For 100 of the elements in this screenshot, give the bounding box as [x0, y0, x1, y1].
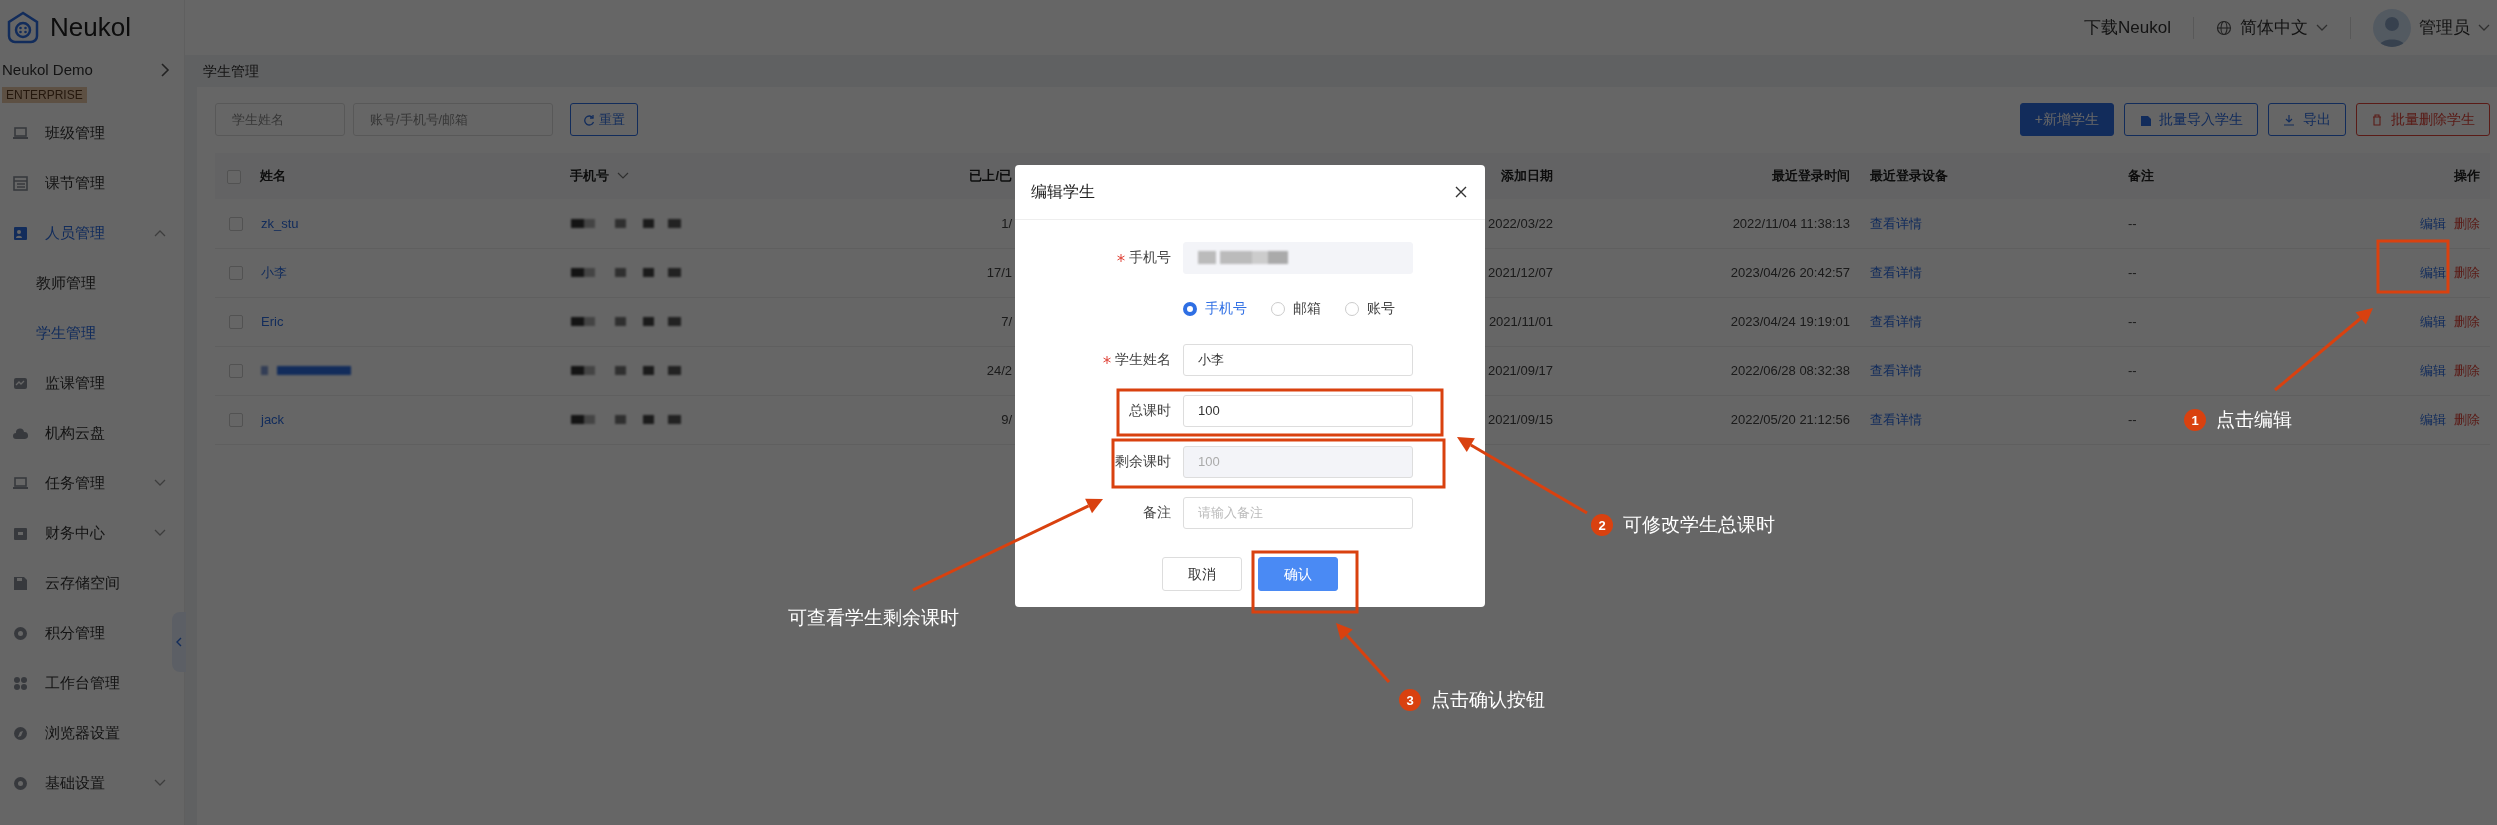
- student-name-link[interactable]: jack: [261, 411, 285, 427]
- reset-button[interactable]: 重置: [570, 103, 638, 136]
- field-label: 剩余课时: [1115, 452, 1171, 471]
- sidebar-item[interactable]: 财务中心: [0, 508, 184, 558]
- phone-field[interactable]: [1183, 241, 1413, 274]
- sidebar-item[interactable]: 监课管理: [0, 358, 184, 408]
- table-cell: 2023/04/24 19:19:01: [1730, 313, 1850, 329]
- table-cell: --: [2128, 264, 2137, 280]
- input-field[interactable]: 请输入备注: [1183, 496, 1413, 529]
- field-label: 备注: [1143, 503, 1171, 522]
- cancel-button[interactable]: 取消: [1162, 557, 1242, 591]
- sidebar-item[interactable]: 浏览器设置: [0, 708, 184, 758]
- edit-link[interactable]: 编辑: [2420, 313, 2446, 329]
- sidebar-item[interactable]: 课节管理: [0, 158, 184, 208]
- close-icon[interactable]: [1455, 186, 1467, 198]
- column-header: 备注: [2128, 168, 2154, 184]
- student-name-link[interactable]: zk_stu: [261, 215, 299, 231]
- radio-option[interactable]: 邮箱: [1271, 298, 1321, 319]
- edit-link[interactable]: 编辑: [2420, 264, 2446, 280]
- laptop-icon: [12, 124, 29, 142]
- input-field[interactable]: 100: [1183, 394, 1413, 427]
- people-icon: [12, 224, 29, 242]
- action-button[interactable]: +新增学生: [2019, 103, 2114, 136]
- confirm-button[interactable]: 确认: [1258, 557, 1338, 591]
- delete-link[interactable]: 删除: [2454, 264, 2480, 280]
- table-cell: 2022/03/22: [1487, 215, 1553, 231]
- column-header: 添加日期: [1501, 168, 1553, 184]
- language-selector[interactable]: 简体中文: [2216, 14, 2328, 41]
- sidebar-item[interactable]: 班级管理: [0, 108, 184, 158]
- delete-link[interactable]: 删除: [2454, 362, 2480, 378]
- table-cell: --: [2128, 215, 2137, 231]
- input-field[interactable]: 小李: [1183, 343, 1413, 376]
- asterisk-icon: [1103, 355, 1111, 364]
- chevron-right-icon[interactable]: [160, 63, 170, 78]
- collapse-handle[interactable]: [172, 612, 186, 672]
- sidebar-item[interactable]: 任务管理: [0, 458, 184, 508]
- edit-link[interactable]: 编辑: [2420, 411, 2446, 427]
- details-link[interactable]: 查看详情: [1870, 362, 1922, 378]
- table-cell: 7/: [1001, 313, 1012, 329]
- chevron-down-icon: [154, 529, 166, 537]
- delete-link[interactable]: 删除: [2454, 313, 2480, 329]
- column-header: 最近登录设备: [1870, 168, 1948, 184]
- disabled-input-field: 100: [1183, 445, 1413, 478]
- table-cell: 2021/09/15: [1487, 411, 1553, 427]
- globe-icon: [2216, 19, 2232, 36]
- trash-icon: [2371, 113, 2383, 126]
- user-menu[interactable]: 管理员: [2373, 8, 2490, 47]
- chevron-down-icon: [2316, 23, 2328, 32]
- student-name-link[interactable]: Eric: [261, 313, 284, 329]
- edit-link[interactable]: 编辑: [2420, 215, 2446, 231]
- table-cell: 9/: [1001, 411, 1012, 427]
- action-button[interactable]: 批量导入学生: [2124, 103, 2258, 136]
- logo-icon: [6, 10, 40, 45]
- document-icon: [2139, 113, 2151, 126]
- annotation-text: 点击确认按钮: [1431, 688, 1545, 712]
- action-button[interactable]: 导出: [2268, 103, 2346, 136]
- grid-icon: [12, 674, 29, 692]
- student-name-link[interactable]: 小李: [261, 264, 287, 280]
- delete-link[interactable]: 删除: [2454, 215, 2480, 231]
- breadcrumb: 学生管理: [203, 63, 259, 79]
- radio-option[interactable]: 账号: [1345, 298, 1395, 319]
- table-cell: 2021/09/17: [1487, 362, 1553, 378]
- radio-option[interactable]: 手机号: [1183, 298, 1247, 319]
- table-cell: --: [2128, 313, 2137, 329]
- details-link[interactable]: 查看详情: [1870, 411, 1922, 427]
- annotation-text: 可修改学生总课时: [1623, 513, 1775, 537]
- annotation-text: 点击编辑: [2216, 408, 2292, 432]
- sidebar-item[interactable]: 人员管理: [0, 208, 184, 258]
- table-cell: 2022/06/28 08:32:38: [1730, 362, 1850, 378]
- compass-icon: [12, 724, 29, 742]
- details-link[interactable]: 查看详情: [1870, 313, 1922, 329]
- table-cell: 17/1: [986, 264, 1012, 280]
- download-link[interactable]: 下载Neukol: [2084, 14, 2171, 41]
- table-cell: 2022/05/20 21:12:56: [1730, 411, 1850, 427]
- table-cell: 2021/12/07: [1487, 264, 1553, 280]
- field-label: 总课时: [1129, 401, 1171, 420]
- delete-link[interactable]: 删除: [2454, 411, 2480, 427]
- column-header: 操作: [2454, 168, 2480, 184]
- sidebar-item[interactable]: 教师管理: [0, 258, 184, 308]
- sidebar-item[interactable]: 基础设置: [0, 758, 184, 808]
- details-link[interactable]: 查看详情: [1870, 215, 1922, 231]
- sidebar-item[interactable]: 学生管理: [0, 308, 184, 358]
- avatar: [2373, 8, 2411, 47]
- column-header: 姓名: [260, 168, 286, 184]
- annotation-text: 可查看学生剩余课时: [788, 606, 959, 630]
- chevron-down-icon: [2478, 23, 2490, 32]
- chevron-left-icon: [176, 637, 182, 647]
- details-link[interactable]: 查看详情: [1870, 264, 1922, 280]
- action-button[interactable]: 批量删除学生: [2356, 103, 2490, 136]
- field-label: 学生姓名: [1115, 350, 1171, 369]
- download-icon: [2283, 113, 2295, 126]
- chevron-up-icon: [154, 229, 166, 237]
- chevron-down-icon: [154, 779, 166, 787]
- table-cell: 2021/11/01: [1488, 313, 1553, 329]
- sort-caret-icon[interactable]: [617, 172, 629, 180]
- sidebar-item[interactable]: 云存储空间: [0, 558, 184, 608]
- coin-icon: [12, 624, 29, 642]
- edit-link[interactable]: 编辑: [2420, 362, 2446, 378]
- brand-name: Neukol: [50, 11, 131, 44]
- sidebar-item[interactable]: 机构云盘: [0, 408, 184, 458]
